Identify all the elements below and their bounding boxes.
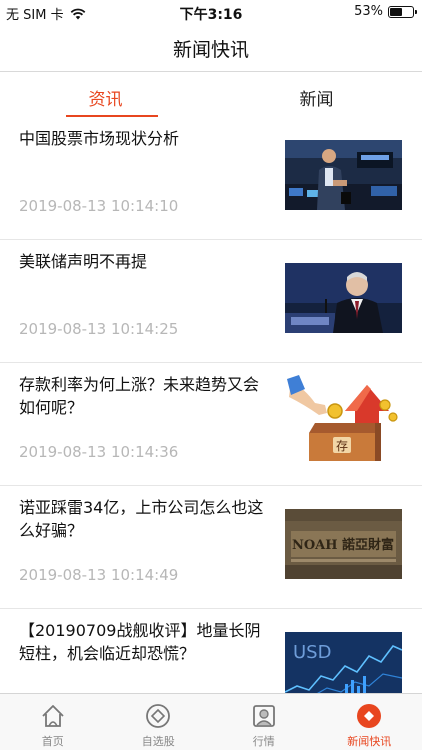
- article-item[interactable]: 美联储声明不再提 2019-08-13 10:14:25: [0, 240, 422, 363]
- article-title: 中国股票市场现状分析: [19, 129, 180, 148]
- usd-chart-thumbnail: USD: [285, 632, 402, 693]
- page-title: 新闻快讯: [172, 39, 249, 61]
- tab-market[interactable]: 行情: [211, 694, 317, 750]
- thumb-usd-text: USD: [293, 642, 331, 663]
- article-title: 【20190709战舰收评】地量长阴短柱，机会临近却恐慌？: [19, 621, 261, 663]
- article-list: 中国股票市场现状分析 2019-08-13 10:14:10 美联储声明不再提: [0, 117, 422, 693]
- article-title: 美联储声明不再提: [19, 252, 148, 271]
- tab-market-label: 行情: [252, 735, 275, 748]
- thumb-deposit-glyph: 存: [336, 439, 348, 453]
- tab-watchlist-label: 自选股: [141, 735, 175, 748]
- battery-fill: [390, 7, 402, 16]
- thumb-noah-text: NOAH 諾亞財富: [292, 537, 394, 553]
- article-time: 2019-08-13 10:14:10: [19, 197, 179, 215]
- noah-wealth-sign-thumbnail: NOAH 諾亞財富: [285, 509, 402, 579]
- trader-nyse-thumbnail: [285, 140, 402, 210]
- status-bar: 无 SIM 卡 下午3:16 53%: [0, 0, 422, 24]
- tab-zixun[interactable]: 资讯: [0, 73, 211, 117]
- article-item[interactable]: 存款利率为何上涨？未来趋势又会如何呢？ 2019-08-13 10:14:36 …: [0, 363, 422, 486]
- tab-home[interactable]: 首页: [0, 694, 106, 750]
- article-time: 2019-08-13 10:14:49: [19, 566, 179, 584]
- status-right: 53%: [354, 4, 417, 19]
- article-title: 存款利率为何上涨？未来趋势又会如何呢？: [19, 375, 260, 417]
- battery-percent: 53%: [354, 4, 383, 19]
- tab-watchlist[interactable]: 自选股: [106, 694, 212, 750]
- tab-home-label: 首页: [41, 735, 64, 748]
- article-time: 2019-08-13 10:14:25: [19, 320, 179, 338]
- article-item[interactable]: 【20190709战舰收评】地量长阴短柱，机会临近却恐慌？ USD: [0, 609, 422, 693]
- article-title: 诺亚踩雷34亿，上市公司怎么也这么好骗？: [19, 498, 264, 540]
- bottom-tab-bar: 首页 自选股 行情 新闻快讯: [0, 693, 422, 750]
- home-icon: [42, 705, 64, 727]
- tab-xinwen[interactable]: 新闻: [211, 73, 422, 117]
- news-diamond-icon: [357, 704, 382, 728]
- deposit-box-arrow-thumbnail: 存: [285, 375, 402, 465]
- article-item[interactable]: 诺亚踩雷34亿，上市公司怎么也这么好骗？ 2019-08-13 10:14:49…: [0, 486, 422, 609]
- tab-news-label: 新闻快讯: [347, 735, 392, 748]
- battery-icon: [388, 5, 417, 18]
- segment-tabs: 资讯 新闻: [0, 73, 422, 117]
- article-time: 2019-08-13 10:14:36: [19, 443, 179, 461]
- diamond-circle-icon: [146, 704, 171, 728]
- nav-bar: 新闻快讯: [0, 24, 422, 72]
- tab-news[interactable]: 新闻快讯: [317, 694, 422, 750]
- article-item[interactable]: 中国股票市场现状分析 2019-08-13 10:14:10: [0, 117, 422, 240]
- market-person-icon: [252, 705, 275, 727]
- fed-chair-speech-thumbnail: [285, 263, 402, 333]
